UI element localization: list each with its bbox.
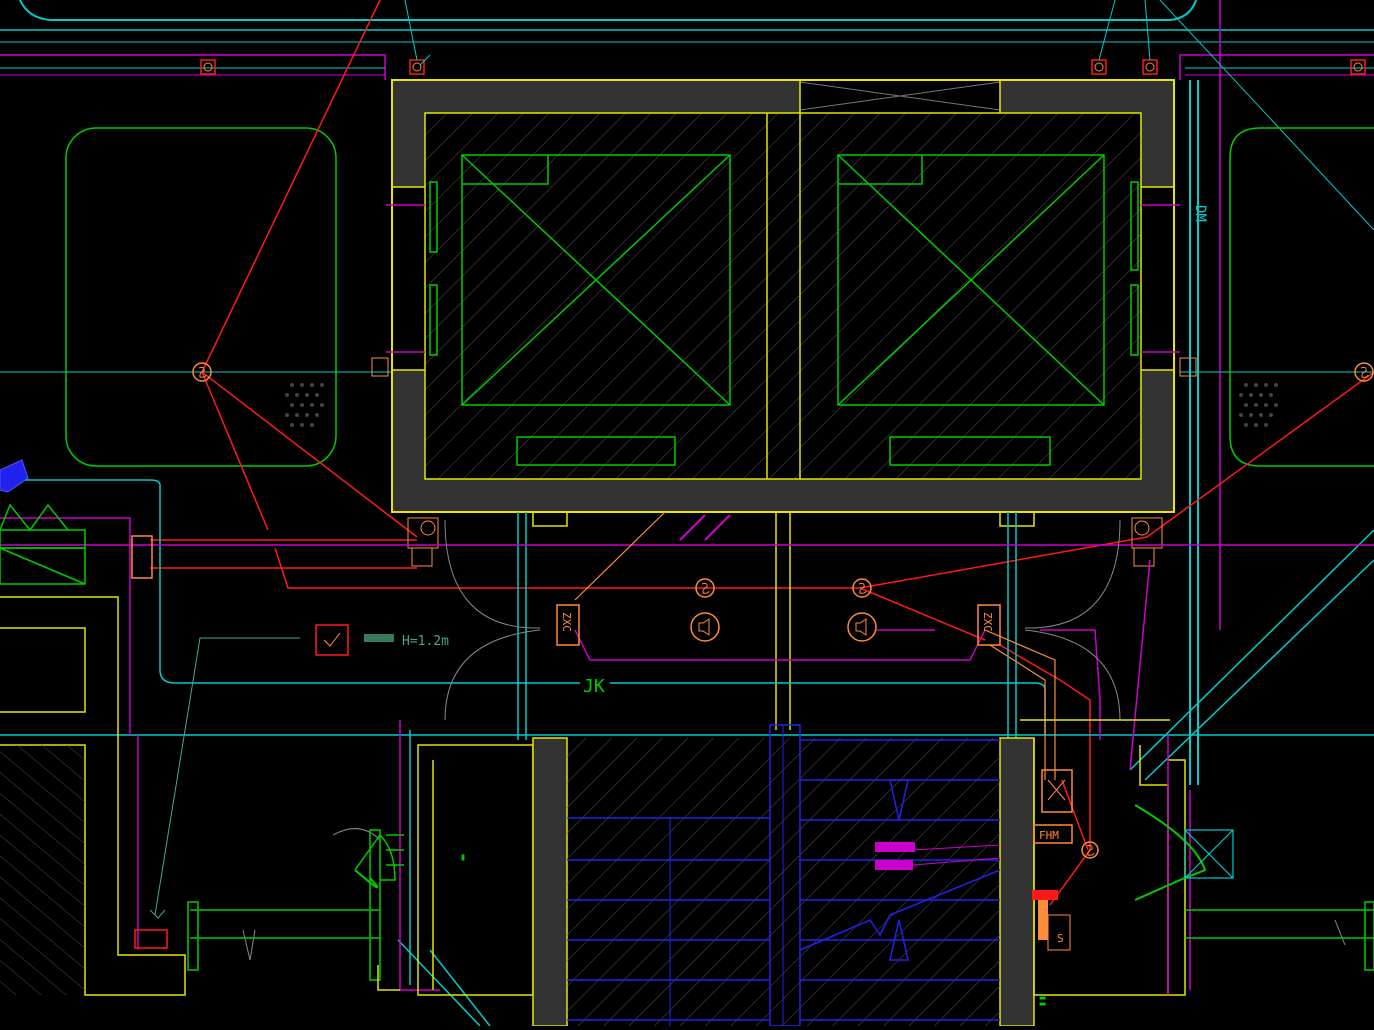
alarm-speaker-icon <box>690 612 720 642</box>
switch-s-label: S <box>1057 932 1064 945</box>
cable-tag <box>404 0 431 66</box>
jk-label: JK <box>583 676 605 697</box>
dm-label: DM <box>1192 205 1208 222</box>
fhm-label: FHM <box>1039 829 1059 842</box>
elevator-call-device-right <box>1131 517 1163 567</box>
elevator-call-device-left <box>407 517 439 567</box>
svg-text:ZXC: ZXC <box>981 612 994 632</box>
callout-arrow <box>149 909 166 919</box>
blue-device-icon <box>0 459 29 493</box>
stair-magenta-tag <box>875 860 913 870</box>
top-sensor-icon-3 <box>1091 59 1107 75</box>
left-yellow-walls <box>0 535 186 996</box>
pump-button-icon: S <box>1032 890 1071 951</box>
right-speaker-grille <box>1239 383 1278 427</box>
stair-magenta-tag <box>875 842 915 852</box>
wall-device-left <box>371 357 389 377</box>
elevator-core <box>391 79 1175 513</box>
top-sensor-icon-5 <box>1350 59 1366 75</box>
camera-icon <box>1184 829 1234 879</box>
top-sensor-icon-4 <box>1142 59 1158 75</box>
svg-text:ZXC: ZXC <box>560 612 573 632</box>
top-sensor-icon-2 <box>409 59 425 75</box>
stairwell <box>532 724 1035 1027</box>
pipe-tag: ▮▮ <box>1037 995 1048 1007</box>
top-sensor-icon-1 <box>200 59 216 75</box>
fire-hose-box: FHM <box>1033 769 1073 844</box>
small-room-tag: ▮ <box>460 852 466 863</box>
zxc-box-left: ZXC <box>556 604 580 646</box>
legend-callout: H=1.2m <box>154 624 449 916</box>
left-lower-room <box>187 720 534 996</box>
cad-drawing-canvas[interactable]: DM ZXC ZXC JK H=1.2m ▮ FHM S ▮▮ <box>0 0 1374 1027</box>
magenta-arrows <box>679 514 731 541</box>
alarm-speaker-icon <box>847 612 877 642</box>
manual-alarm-icon <box>134 929 168 949</box>
wall-device-right <box>1179 357 1197 377</box>
height-note-label: H=1.2m <box>402 634 449 649</box>
left-speaker-grille <box>285 383 324 427</box>
